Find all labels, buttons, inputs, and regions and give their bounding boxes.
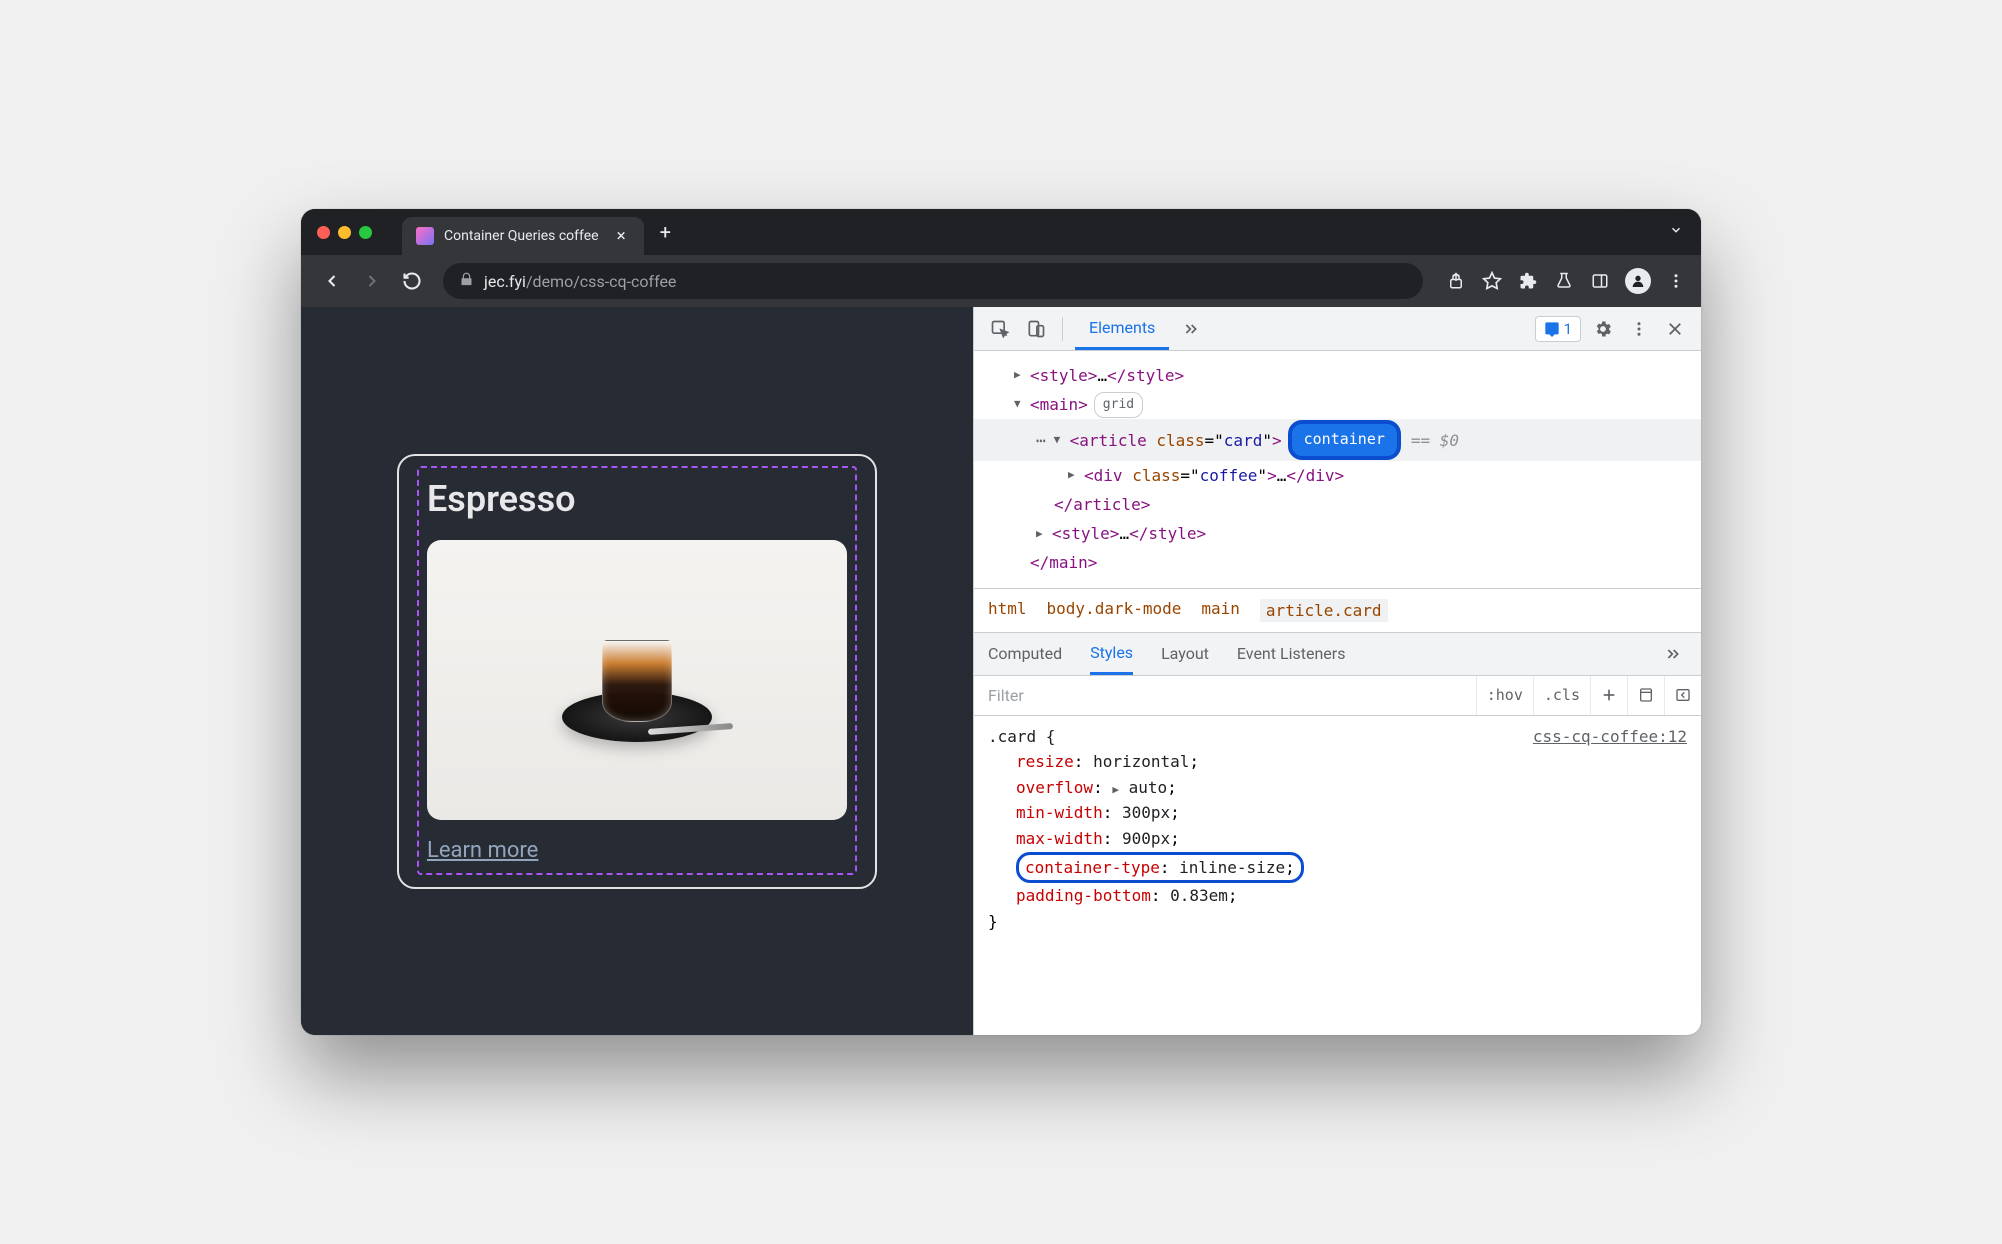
more-tabs-icon[interactable] [1177, 315, 1205, 343]
css-rule-close: } [988, 909, 1687, 935]
styles-tabbar: Computed Styles Layout Event Listeners [974, 632, 1701, 676]
close-devtools-icon[interactable] [1661, 315, 1689, 343]
layout-tab[interactable]: Layout [1161, 633, 1209, 675]
container-badge[interactable]: container [1288, 420, 1401, 460]
url-text: jec.fyi/demo/css-cq-coffee [484, 272, 676, 291]
css-prop-resize[interactable]: resize: horizontal; [988, 749, 1687, 775]
more-styles-tabs-icon[interactable] [1659, 640, 1687, 668]
favicon [416, 227, 434, 245]
settings-gear-icon[interactable] [1589, 315, 1617, 343]
cls-button[interactable]: .cls [1533, 676, 1590, 715]
device-toolbar-icon[interactable] [1022, 315, 1050, 343]
extensions-icon[interactable] [1517, 270, 1539, 292]
profile-avatar[interactable] [1625, 268, 1651, 294]
card-image [427, 540, 847, 820]
elements-tab[interactable]: Elements [1075, 307, 1169, 350]
url-field[interactable]: jec.fyi/demo/css-cq-coffee [443, 263, 1423, 299]
dom-style-node-2[interactable]: ▶ <style>…</style> [974, 519, 1701, 548]
reload-button[interactable] [395, 264, 429, 298]
dom-style-node[interactable]: ▶ <style>…</style> [974, 361, 1701, 390]
titlebar: Container Queries coffee × + [301, 209, 1701, 255]
dom-article-node[interactable]: ⋯ ▼ <article class="card"> container == … [974, 419, 1701, 461]
bookmark-star-icon[interactable] [1481, 270, 1503, 292]
devtools-tabbar: Elements 1 [974, 307, 1701, 351]
css-prop-max-width[interactable]: max-width: 900px; [988, 826, 1687, 852]
close-window-button[interactable] [317, 226, 330, 239]
url-host: jec.fyi [484, 272, 526, 291]
breadcrumb-main[interactable]: main [1201, 599, 1240, 622]
css-source-link[interactable]: css-cq-coffee:12 [1533, 724, 1687, 750]
toggle-sidebar-icon[interactable] [1664, 676, 1701, 715]
issues-button[interactable]: 1 [1535, 316, 1581, 342]
back-button[interactable] [315, 264, 349, 298]
addressbar: jec.fyi/demo/css-cq-coffee [301, 255, 1701, 307]
node-actions-icon[interactable]: ⋯ [1036, 427, 1046, 454]
addressbar-actions [1445, 268, 1687, 294]
dom-main-node[interactable]: ▼ <main> grid [974, 390, 1701, 419]
dom-div-node[interactable]: ▶ <div class="coffee">…</div> [974, 461, 1701, 490]
css-prop-padding-bottom[interactable]: padding-bottom: 0.83em; [988, 883, 1687, 909]
divider [1062, 317, 1063, 341]
highlighted-property: container-type: inline-size; [1016, 852, 1304, 884]
breadcrumb-article[interactable]: article.card [1260, 599, 1388, 622]
devtools-menu-icon[interactable] [1625, 315, 1653, 343]
css-selector[interactable]: .card { [988, 724, 1055, 750]
css-prop-overflow[interactable]: overflow: ▶ auto; [988, 775, 1687, 801]
css-prop-container-type[interactable]: container-type: inline-size; [988, 852, 1687, 884]
tab-strip: Container Queries coffee × + [402, 209, 671, 255]
url-path: /demo/css-cq-coffee [526, 272, 676, 291]
espresso-illustration [567, 610, 707, 750]
breadcrumb-html[interactable]: html [988, 599, 1027, 622]
share-icon[interactable] [1445, 270, 1467, 292]
card[interactable]: Espresso Learn more [397, 454, 877, 889]
computed-tab[interactable]: Computed [988, 633, 1062, 675]
dom-article-close[interactable]: </article> [974, 490, 1701, 519]
tag: <main> [1030, 391, 1088, 418]
issues-count: 1 [1564, 320, 1572, 338]
dom-breadcrumb: html body.dark-mode main article.card [974, 588, 1701, 632]
minimize-window-button[interactable] [338, 226, 351, 239]
page-viewport: Espresso Learn more [301, 307, 973, 1035]
browser-menu-icon[interactable] [1665, 270, 1687, 292]
content-area: Espresso Learn more [301, 307, 1701, 1035]
lock-icon [459, 272, 474, 291]
traffic-lights [317, 226, 372, 239]
event-listeners-tab[interactable]: Event Listeners [1237, 633, 1346, 675]
maximize-window-button[interactable] [359, 226, 372, 239]
tag: <style> [1030, 362, 1097, 389]
css-prop-min-width[interactable]: min-width: 300px; [988, 800, 1687, 826]
browser-window: Container Queries coffee × + jec.fyi/dem… [301, 209, 1701, 1035]
forward-button[interactable] [355, 264, 389, 298]
computed-sidebar-icon[interactable] [1627, 676, 1664, 715]
console-ref: == $0 [1411, 427, 1459, 454]
inspect-element-icon[interactable] [986, 315, 1014, 343]
labs-icon[interactable] [1553, 270, 1575, 292]
dom-tree[interactable]: ▶ <style>…</style> ▼ <main> grid ⋯ ▼ <ar… [974, 351, 1701, 588]
card-title: Espresso [427, 478, 847, 520]
grid-badge[interactable]: grid [1094, 392, 1143, 418]
browser-tab[interactable]: Container Queries coffee × [402, 217, 644, 255]
new-style-rule-button[interactable] [1590, 676, 1627, 715]
new-tab-button[interactable]: + [660, 220, 671, 244]
filter-input[interactable]: Filter [974, 686, 1476, 705]
devtools-panel: Elements 1 [973, 307, 1701, 1035]
hov-button[interactable]: :hov [1476, 676, 1533, 715]
sidepanel-icon[interactable] [1589, 270, 1611, 292]
styles-tab[interactable]: Styles [1090, 633, 1133, 675]
css-rule-header: .card { css-cq-coffee:12 [988, 724, 1687, 750]
styles-filter-row: Filter :hov .cls [974, 676, 1701, 716]
tab-title: Container Queries coffee [444, 228, 599, 244]
close-tab-button[interactable]: × [617, 226, 626, 246]
css-rules-pane[interactable]: .card { css-cq-coffee:12 resize: horizon… [974, 716, 1701, 1035]
breadcrumb-body[interactable]: body.dark-mode [1047, 599, 1182, 622]
tabs-dropdown-button[interactable] [1669, 223, 1683, 241]
learn-more-link[interactable]: Learn more [427, 838, 538, 863]
dom-main-close[interactable]: </main> [974, 548, 1701, 577]
